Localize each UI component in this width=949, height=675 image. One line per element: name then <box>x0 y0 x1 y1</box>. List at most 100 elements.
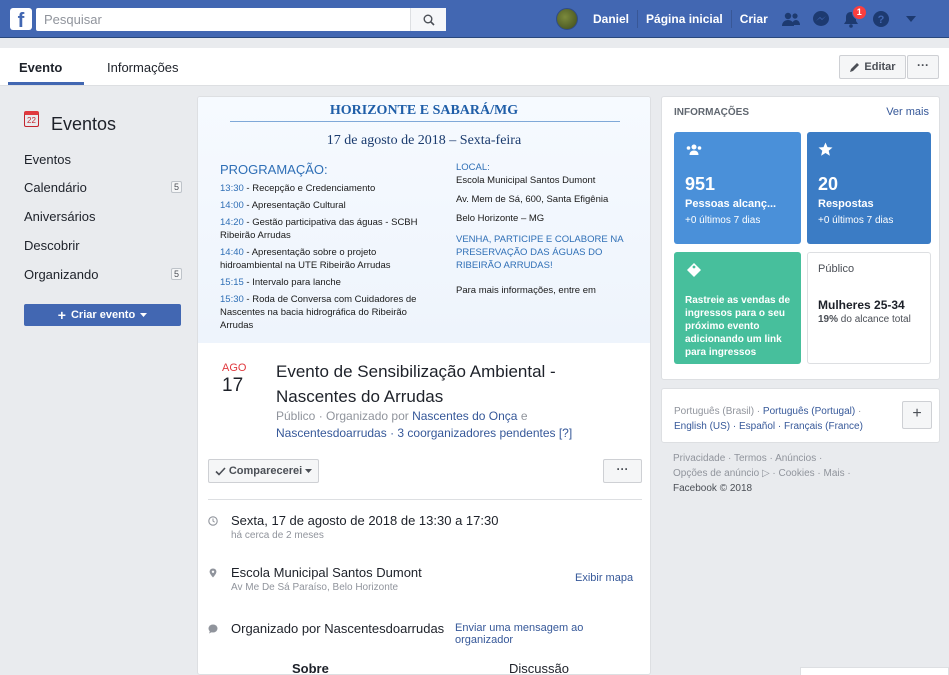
chat-bar[interactable] <box>800 667 949 675</box>
event-tab-bar: Evento Informações Editar ··· <box>0 48 949 86</box>
tickets-tile[interactable]: Rastreie as vendas de ingressos para o s… <box>674 252 801 364</box>
program-item: 14:00 - Apresentação Cultural <box>220 200 346 211</box>
active-tab-indicator <box>8 82 84 85</box>
organized-by-text: Organizado por Nascentesdoarrudas <box>231 621 445 636</box>
event-place[interactable]: Escola Municipal Santos Dumont <box>231 565 422 580</box>
event-date-badge: AGO 17 <box>222 362 262 397</box>
language-separator: · <box>855 406 862 417</box>
edit-button[interactable]: Editar <box>839 55 906 79</box>
create-link[interactable]: Criar <box>732 10 776 28</box>
cover-date: 17 de agosto de 2018 – Sexta-feira <box>326 133 522 148</box>
home-link[interactable]: Página inicial <box>638 10 732 28</box>
sidebar-item-birthdays[interactable]: Aniversários <box>24 209 96 224</box>
event-and-text: e <box>517 409 528 423</box>
messenger-icon <box>812 11 829 26</box>
search-input[interactable] <box>36 8 406 31</box>
local-line: Belo Horizonte – MG <box>456 213 545 224</box>
audience-detail: 19% do alcance total <box>818 313 918 326</box>
responses-sub: +0 últimos 7 dias <box>818 215 894 226</box>
organizing-count-badge: 5 <box>171 268 182 280</box>
audience-tile[interactable]: Público Mulheres 25-34 19% do alcance to… <box>807 252 931 364</box>
cover-title: HORIZONTE E SABARÁ/MG <box>329 103 519 118</box>
attend-button[interactable]: Comparecerei <box>208 459 319 483</box>
coorganizers-link[interactable]: Nascentesdoarrudas · 3 coorganizadores p… <box>276 426 572 440</box>
help-button[interactable]: ? <box>866 0 896 38</box>
responses-value: 20 <box>818 174 839 194</box>
location-pin-icon <box>209 568 217 578</box>
top-navigation-bar: f Daniel Página inicial Criar 1 ? <box>0 0 949 38</box>
organizer-link[interactable]: Nascentes do Onça <box>412 409 517 423</box>
profile-link[interactable]: Daniel <box>585 10 639 28</box>
local-line: Escola Municipal Santos Dumont <box>456 175 596 186</box>
message-organizer-link[interactable]: Enviar uma mensagem ao organizador <box>455 622 642 646</box>
messenger-button[interactable] <box>806 0 836 38</box>
language-selector: Português (Brasil) · Português (Portugal… <box>661 388 940 443</box>
add-language-button[interactable]: + <box>902 401 932 429</box>
event-cover-image[interactable]: HORIZONTE E SABARÁ/MG 17 de agosto de 20… <box>198 97 650 343</box>
language-options[interactable]: English (US) · Español · Français (Franc… <box>674 421 863 432</box>
tab-event[interactable]: Evento <box>19 60 62 75</box>
reach-tile[interactable]: 951 Pessoas alcanç... +0 últimos 7 dias <box>674 132 801 244</box>
facebook-logo[interactable]: f <box>10 8 32 30</box>
language-option-pt[interactable]: Português (Portugal) <box>763 406 855 417</box>
caret-down-icon <box>305 469 313 473</box>
create-event-button[interactable]: + Criar evento <box>24 304 181 326</box>
search-box <box>36 8 446 31</box>
sidebar-item-organizing[interactable]: Organizando <box>24 267 98 282</box>
friends-icon <box>781 12 800 26</box>
create-event-label: Criar evento <box>70 309 136 321</box>
tickets-text: Rastreie as vendas de ingressos para o s… <box>685 295 791 358</box>
responses-label: Respostas <box>818 198 874 210</box>
event-month: AGO <box>222 362 247 374</box>
help-icon: ? <box>872 11 889 27</box>
event-time-ago: há cerca de 2 meses <box>231 530 324 541</box>
caret-down-icon <box>905 16 916 22</box>
audience-percent: 19% <box>818 314 839 325</box>
footer-links-2[interactable]: Opções de anúncio ▷ · Cookies · Mais · <box>673 466 923 481</box>
tab-about[interactable]: Sobre <box>292 661 329 674</box>
see-more-link[interactable]: Ver mais <box>886 106 929 118</box>
notifications-button[interactable]: 1 <box>836 0 867 38</box>
sidebar-item-discover[interactable]: Descobrir <box>24 238 80 253</box>
sidebar-item-calendar[interactable]: Calendário <box>24 180 87 195</box>
show-map-link[interactable]: Exibir mapa <box>575 572 633 584</box>
tab-info[interactable]: Informações <box>107 60 179 75</box>
tab-discussion[interactable]: Discussão <box>509 661 569 674</box>
event-privacy-text: Público · Organizado por <box>276 409 413 423</box>
sidebar-item-events[interactable]: Eventos <box>24 152 71 167</box>
program-item: 15:30 - Roda de Conversa com Cuidadores … <box>220 294 417 331</box>
event-options-button[interactable]: ··· <box>603 459 642 483</box>
svg-text:?: ? <box>877 14 884 26</box>
more-options-button[interactable]: ··· <box>907 55 939 79</box>
search-button[interactable] <box>410 8 446 31</box>
calendar-count-badge: 5 <box>171 181 182 193</box>
plus-icon: + <box>57 307 66 323</box>
avatar[interactable] <box>556 8 578 30</box>
language-list: Português (Brasil) · Português (Portugal… <box>674 404 894 434</box>
footer-links-1[interactable]: Privacidade · Termos · Anúncios · <box>673 451 923 466</box>
message-icon <box>208 624 218 634</box>
program-item: 13:30 - Recepção e Credenciamento <box>220 183 376 194</box>
star-icon <box>818 142 833 156</box>
notification-badge: 1 <box>851 5 867 20</box>
divider <box>208 499 642 500</box>
event-subtitle: Público · Organizado por Nascentes do On… <box>276 408 616 442</box>
program-item: 15:15 - Intervalo para lanche <box>220 277 341 288</box>
account-menu-button[interactable] <box>896 0 926 38</box>
insights-title: INFORMAÇÕES <box>674 107 749 118</box>
event-day: 17 <box>222 375 244 396</box>
call-to-action: VENHA, PARTICIPE E COLABORE NA PRESERVAÇ… <box>456 234 624 271</box>
caret-down-icon <box>140 313 148 317</box>
program-item: 14:40 - Apresentação sobre o projeto hid… <box>220 247 391 271</box>
clock-icon <box>208 516 218 526</box>
responses-tile[interactable]: 20 Respostas +0 últimos 7 dias <box>807 132 931 244</box>
cover-divider <box>230 121 620 122</box>
nav-right: Daniel Página inicial Criar 1 ? <box>556 0 926 38</box>
friend-requests-button[interactable] <box>776 0 806 38</box>
calendar-icon: 22 <box>24 111 39 127</box>
footer-copyright: Facebook © 2018 <box>673 483 753 494</box>
local-heading: LOCAL: <box>456 162 490 173</box>
program-heading: PROGRAMAÇÃO: <box>220 162 328 177</box>
tag-icon <box>687 263 701 277</box>
insights-panel: INFORMAÇÕES Ver mais 951 Pessoas alcanç.… <box>661 96 940 380</box>
